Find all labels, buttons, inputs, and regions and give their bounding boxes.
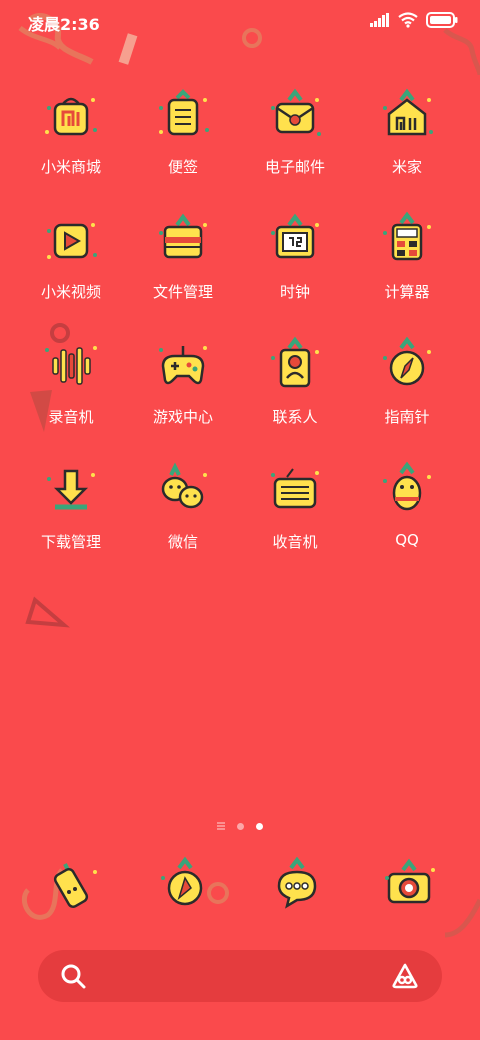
app-label: 指南针 bbox=[384, 408, 430, 426]
mi-store-icon bbox=[45, 97, 97, 136]
search-bar[interactable] bbox=[38, 950, 442, 1002]
page-dot bbox=[237, 822, 244, 830]
app-label: 米家 bbox=[391, 158, 422, 176]
app-label: 便签 bbox=[167, 158, 198, 176]
mi-video-icon bbox=[47, 223, 97, 259]
status-time: 凌晨2:36 bbox=[28, 15, 100, 34]
app-label: 联系人 bbox=[272, 408, 318, 426]
app-wechat[interactable]: 微信 bbox=[127, 461, 239, 571]
page-indicator[interactable] bbox=[0, 822, 480, 830]
app-compass[interactable]: 指南针 bbox=[351, 336, 463, 446]
app-label: 收音机 bbox=[272, 533, 318, 551]
radio-icon bbox=[271, 468, 319, 509]
menu-lines-icon bbox=[217, 822, 225, 830]
app-contacts[interactable]: 联系人 bbox=[239, 336, 351, 446]
page-dot-active bbox=[256, 822, 263, 830]
app-label: QQ bbox=[395, 531, 419, 549]
app-label: 微信 bbox=[167, 533, 198, 551]
dock bbox=[15, 856, 465, 926]
mijia-icon bbox=[383, 88, 433, 136]
app-calculator[interactable]: 计算器 bbox=[351, 211, 463, 321]
battery-icon bbox=[426, 12, 458, 28]
search-icon[interactable] bbox=[60, 963, 86, 989]
app-mi-video[interactable]: 小米视频 bbox=[15, 211, 127, 321]
app-label: 时钟 bbox=[279, 283, 310, 301]
app-label: 电子邮件 bbox=[264, 158, 325, 176]
app-label: 录音机 bbox=[48, 408, 94, 426]
app-label: 下载管理 bbox=[40, 533, 101, 551]
compass-icon bbox=[383, 336, 431, 386]
app-label: 小米视频 bbox=[40, 283, 101, 301]
app-mijia[interactable]: 米家 bbox=[351, 86, 463, 196]
qq-icon bbox=[383, 461, 431, 511]
app-downloads[interactable]: 下载管理 bbox=[15, 461, 127, 571]
calculator-icon bbox=[383, 211, 431, 261]
signal-icon bbox=[370, 13, 389, 27]
app-label: 游戏中心 bbox=[152, 408, 213, 426]
app-label: 小米商城 bbox=[40, 158, 101, 176]
app-qq[interactable]: QQ bbox=[351, 461, 463, 571]
app-recorder[interactable]: 录音机 bbox=[15, 336, 127, 446]
recorder-icon bbox=[45, 346, 97, 385]
browser-icon[interactable] bbox=[155, 856, 215, 916]
wechat-icon bbox=[161, 462, 207, 509]
app-file-manager[interactable]: 文件管理 bbox=[127, 211, 239, 321]
notes-icon bbox=[159, 89, 209, 136]
clock-icon bbox=[271, 213, 319, 259]
app-radio[interactable]: 收音机 bbox=[239, 461, 351, 571]
assistant-icon[interactable] bbox=[390, 963, 420, 989]
app-email[interactable]: 电子邮件 bbox=[239, 86, 351, 196]
file-manager-icon bbox=[159, 213, 207, 259]
app-mi-store[interactable]: 小米商城 bbox=[15, 86, 127, 196]
status-bar: 凌晨2:36 bbox=[0, 0, 480, 42]
contacts-icon bbox=[271, 336, 319, 388]
phone-icon[interactable] bbox=[43, 856, 103, 916]
camera-icon[interactable] bbox=[379, 856, 439, 916]
app-label: 文件管理 bbox=[152, 283, 213, 301]
app-clock[interactable]: 时钟 bbox=[239, 211, 351, 321]
app-game-center[interactable]: 游戏中心 bbox=[127, 336, 239, 446]
messages-icon[interactable] bbox=[267, 856, 327, 916]
email-icon bbox=[271, 88, 321, 136]
game-center-icon bbox=[159, 346, 207, 385]
wifi-icon bbox=[398, 12, 418, 28]
downloads-icon bbox=[47, 469, 95, 510]
app-label: 计算器 bbox=[384, 283, 430, 301]
app-notes[interactable]: 便签 bbox=[127, 86, 239, 196]
